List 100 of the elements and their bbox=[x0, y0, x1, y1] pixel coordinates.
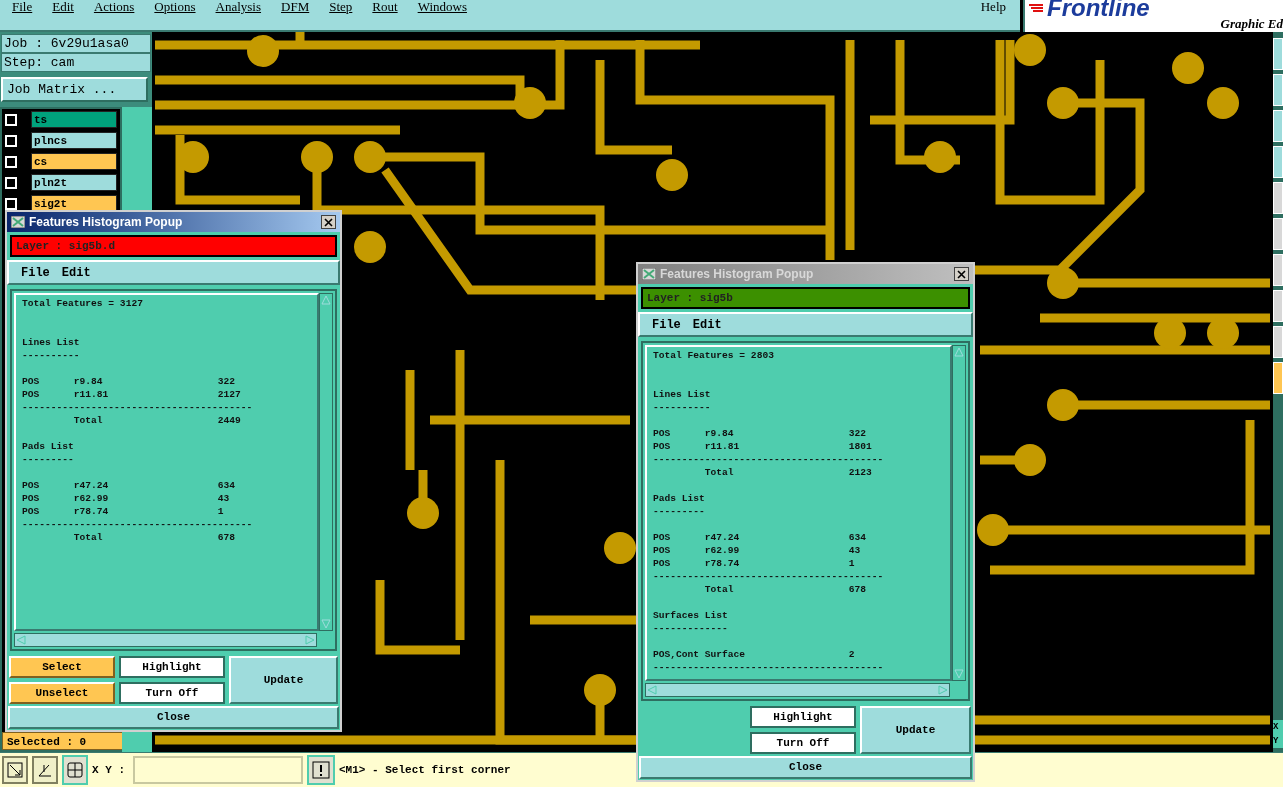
menu-item[interactable]: File bbox=[21, 263, 50, 282]
histogram-line: Total Features = 2803 bbox=[653, 349, 774, 362]
histogram-line: POS r9.84 322 bbox=[653, 427, 867, 440]
update-button[interactable]: Update bbox=[229, 656, 338, 704]
toolbar-button[interactable] bbox=[1273, 74, 1283, 106]
histogram-line: POS r9.84 322 bbox=[22, 375, 236, 388]
toggle-button[interactable]: Turn Off bbox=[750, 732, 856, 754]
vertical-scrollbar[interactable] bbox=[319, 293, 333, 631]
angle-icon[interactable] bbox=[32, 756, 58, 784]
histogram-line: POS r47.24 634 bbox=[22, 479, 236, 492]
pcb-pad bbox=[1172, 52, 1204, 84]
select-button[interactable]: Unselect bbox=[9, 682, 115, 704]
job-matrix-button[interactable]: Job Matrix ... bbox=[1, 77, 148, 102]
pcb-pad bbox=[301, 141, 333, 173]
layer-checkbox[interactable] bbox=[5, 176, 17, 189]
scroll-up-icon[interactable] bbox=[953, 346, 965, 358]
speed-lines-icon bbox=[1029, 2, 1043, 14]
histogram-line: Pads List bbox=[653, 492, 705, 505]
menu-item[interactable]: Windows bbox=[417, 0, 467, 17]
toolbar-button[interactable] bbox=[1273, 326, 1283, 358]
histogram-line: ---------- bbox=[22, 349, 80, 362]
scroll-right-icon[interactable] bbox=[304, 634, 316, 646]
resize-icon[interactable] bbox=[2, 756, 28, 784]
toolbar-button[interactable] bbox=[1273, 38, 1283, 70]
histogram-line: --------- bbox=[22, 453, 74, 466]
select-button[interactable]: Select bbox=[9, 656, 115, 678]
close-button[interactable]: Close bbox=[639, 756, 972, 779]
close-icon[interactable] bbox=[321, 215, 336, 229]
toolbar-button[interactable] bbox=[1273, 182, 1283, 214]
layer-name[interactable]: cs bbox=[31, 153, 117, 170]
histogram-line: Pads List bbox=[22, 440, 74, 453]
pcb-pad bbox=[1014, 34, 1046, 66]
menu-item[interactable]: Rout bbox=[372, 0, 398, 17]
scroll-left-icon[interactable] bbox=[646, 684, 658, 696]
layer-name[interactable]: ts bbox=[31, 111, 117, 128]
x-logo-icon bbox=[642, 268, 656, 280]
pcb-pad bbox=[247, 35, 279, 67]
pcb-pad bbox=[1047, 87, 1079, 119]
toolbar-button[interactable] bbox=[1273, 146, 1283, 178]
pcb-pad bbox=[977, 514, 1009, 546]
histogram-line: ---------------------------------------- bbox=[653, 570, 884, 583]
histogram-line: Lines List bbox=[653, 388, 711, 401]
horizontal-scrollbar[interactable] bbox=[645, 683, 950, 697]
coordinate-label: X bbox=[1273, 721, 1280, 734]
histogram-line: ---------------------------------------- bbox=[22, 401, 253, 414]
histogram-line: POS r62.99 43 bbox=[22, 492, 230, 505]
pcb-pad bbox=[656, 159, 688, 191]
histogram-line: --------- bbox=[653, 505, 705, 518]
histogram-line: POS r78.74 1 bbox=[653, 557, 855, 570]
pcb-pad bbox=[924, 141, 956, 173]
close-button[interactable]: Close bbox=[8, 706, 339, 729]
horizontal-scrollbar[interactable] bbox=[14, 633, 317, 647]
toolbar-button[interactable] bbox=[1273, 110, 1283, 142]
coordinate-input[interactable] bbox=[133, 756, 303, 784]
histogram-line: Total 678 bbox=[703, 583, 867, 596]
alert-icon[interactable] bbox=[307, 755, 335, 785]
update-button[interactable]: Update bbox=[860, 706, 971, 754]
toolbar-button[interactable] bbox=[1273, 362, 1283, 394]
coordinate-label: Y bbox=[1273, 735, 1280, 748]
layer-checkbox[interactable] bbox=[5, 113, 17, 126]
layer-name[interactable]: plncs bbox=[31, 132, 117, 149]
histogram-line: Total 2449 bbox=[72, 414, 241, 427]
histogram-line: Total Features = 3127 bbox=[22, 297, 143, 310]
toolbar-button[interactable] bbox=[1273, 218, 1283, 250]
scroll-down-icon[interactable] bbox=[953, 668, 965, 680]
menu-item[interactable]: Edit bbox=[692, 315, 722, 334]
toolbar-button[interactable] bbox=[1273, 290, 1283, 322]
pcb-pad bbox=[407, 497, 439, 529]
menu-item[interactable]: Edit bbox=[61, 263, 91, 282]
close-icon[interactable] bbox=[954, 267, 969, 281]
scroll-up-icon[interactable] bbox=[320, 294, 332, 306]
pcb-pad bbox=[1014, 444, 1046, 476]
scroll-down-icon[interactable] bbox=[320, 618, 332, 630]
grid-icon[interactable] bbox=[62, 755, 88, 785]
layer-name[interactable]: pln2t bbox=[31, 174, 117, 191]
pcb-pad bbox=[1207, 87, 1239, 119]
layer-checkbox[interactable] bbox=[5, 155, 17, 168]
scroll-right-icon[interactable] bbox=[937, 684, 949, 696]
step-label: Step: cam bbox=[1, 53, 151, 72]
menu-item[interactable]: Options bbox=[154, 0, 196, 17]
layer-checkbox[interactable] bbox=[5, 134, 17, 147]
menu-item[interactable]: Step bbox=[329, 0, 353, 17]
menu-item[interactable]: Analysis bbox=[215, 0, 262, 17]
histogram-line: Total 678 bbox=[72, 531, 236, 544]
menu-item[interactable]: DFM bbox=[281, 0, 310, 17]
pcb-pad bbox=[1047, 267, 1079, 299]
toggle-button[interactable]: Highlight bbox=[119, 656, 225, 678]
histogram-line: Surfaces List bbox=[653, 609, 728, 622]
scroll-left-icon[interactable] bbox=[15, 634, 27, 646]
toggle-button[interactable]: Highlight bbox=[750, 706, 856, 728]
toolbar-button[interactable] bbox=[1273, 254, 1283, 286]
histogram-line: ---------------------------------------- bbox=[22, 518, 253, 531]
menu-item[interactable]: Help bbox=[980, 0, 1006, 17]
menu-item[interactable]: File bbox=[652, 315, 681, 334]
toggle-button[interactable]: Turn Off bbox=[119, 682, 225, 704]
menu-item[interactable]: File bbox=[12, 0, 33, 17]
vertical-scrollbar[interactable] bbox=[952, 345, 966, 681]
layer-checkbox[interactable] bbox=[5, 197, 17, 210]
menu-item[interactable]: Actions bbox=[93, 0, 135, 17]
menu-item[interactable]: Edit bbox=[52, 0, 74, 17]
